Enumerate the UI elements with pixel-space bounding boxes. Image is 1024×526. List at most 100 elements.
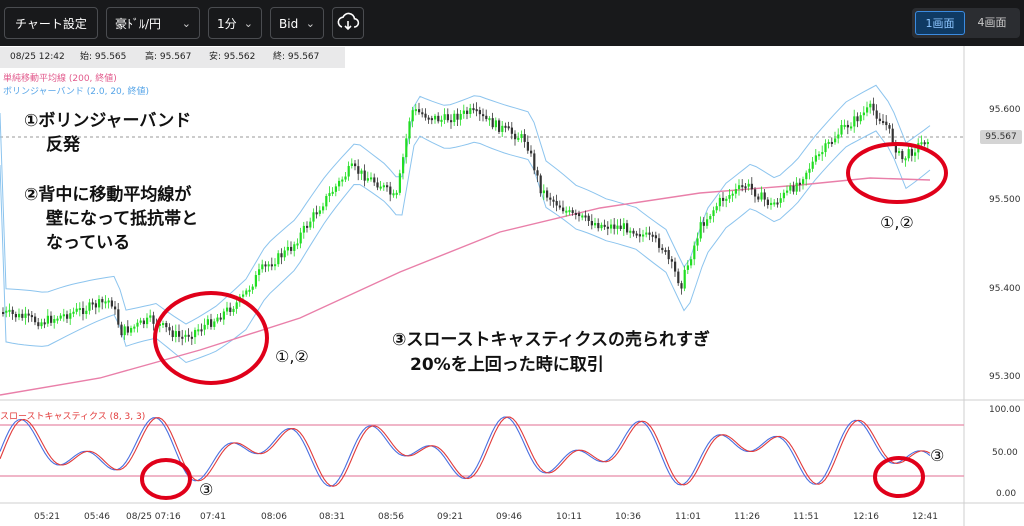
candle: [408, 121, 411, 139]
candle: [517, 137, 520, 140]
candle: [46, 315, 49, 324]
candle: [770, 202, 773, 206]
price-chart[interactable]: 95.600 95.500 95.400 95.300 100.00 50.00…: [0, 0, 1024, 526]
candle: [181, 336, 184, 339]
candle: [440, 119, 443, 122]
candle: [242, 294, 245, 297]
candle: [731, 193, 734, 196]
candle: [840, 124, 843, 135]
candle: [750, 183, 753, 190]
candle: [610, 224, 613, 229]
candle: [478, 110, 481, 115]
candle: [862, 112, 865, 116]
candle: [40, 322, 43, 327]
candle: [690, 259, 693, 266]
candle: [53, 319, 56, 323]
candle: [382, 185, 385, 188]
candle: [597, 223, 600, 229]
candle: [315, 212, 318, 215]
candle: [283, 250, 286, 258]
candle: [392, 193, 395, 196]
time-label: 07:41: [200, 512, 226, 522]
candle: [50, 315, 53, 323]
candle: [728, 195, 731, 199]
candle: [184, 334, 187, 337]
candle: [21, 313, 24, 318]
candle: [805, 172, 808, 180]
candle: [43, 322, 46, 325]
candle: [491, 118, 494, 128]
candle: [866, 107, 869, 113]
candle: [5, 310, 8, 313]
time-label: 09:46: [496, 512, 522, 522]
candle: [402, 157, 405, 174]
candle: [699, 222, 702, 239]
candle: [584, 215, 587, 218]
candle: [450, 120, 453, 123]
candle: [718, 197, 721, 207]
candle: [824, 143, 827, 153]
candle: [424, 113, 427, 118]
candle: [146, 317, 149, 325]
candle: [126, 326, 129, 333]
candle: [338, 180, 341, 187]
candle: [229, 307, 232, 312]
candle: [923, 142, 926, 145]
candle: [27, 313, 30, 316]
candle: [443, 114, 446, 120]
candle: [203, 324, 206, 330]
candle: [725, 198, 728, 201]
candle: [482, 114, 485, 117]
highlight-circle: [140, 458, 192, 500]
price-label: 95.600: [989, 105, 1021, 115]
candle: [194, 329, 197, 338]
time-label: 05:21: [34, 512, 60, 522]
candle: [379, 186, 382, 189]
candle: [722, 197, 725, 201]
time-label: 10:11: [556, 512, 582, 522]
candle: [373, 177, 376, 183]
candle: [494, 120, 497, 128]
time-label: 05:46: [84, 512, 110, 522]
candle: [430, 118, 433, 121]
candle: [248, 289, 251, 292]
candle: [677, 271, 680, 284]
candle: [549, 197, 552, 200]
candle: [261, 264, 264, 270]
candle: [510, 127, 513, 134]
candle: [488, 118, 491, 121]
candle: [715, 206, 718, 211]
candle: [846, 124, 849, 128]
candle: [354, 163, 357, 167]
candle: [389, 186, 392, 195]
candle: [434, 115, 437, 120]
candle: [78, 308, 81, 311]
candle: [168, 327, 171, 331]
candle: [622, 223, 625, 230]
candle: [574, 212, 577, 215]
candle: [530, 150, 533, 154]
candle: [680, 283, 683, 289]
candle: [466, 110, 469, 114]
candle: [837, 134, 840, 139]
candle: [546, 190, 549, 198]
candle: [437, 115, 440, 122]
candle: [357, 166, 360, 174]
candle: [130, 327, 133, 333]
candle: [702, 222, 705, 226]
candle: [469, 108, 472, 114]
candle: [24, 313, 27, 318]
candle: [757, 196, 760, 200]
candle: [779, 198, 782, 203]
candle: [885, 121, 888, 126]
price-label: 95.500: [989, 195, 1021, 205]
candle: [773, 202, 776, 205]
candle: [142, 320, 145, 325]
candle: [818, 154, 821, 157]
candle: [11, 309, 14, 315]
candle: [286, 246, 289, 251]
candle: [360, 170, 363, 174]
candle: [328, 193, 331, 197]
candle: [738, 185, 741, 190]
candle: [709, 216, 712, 220]
